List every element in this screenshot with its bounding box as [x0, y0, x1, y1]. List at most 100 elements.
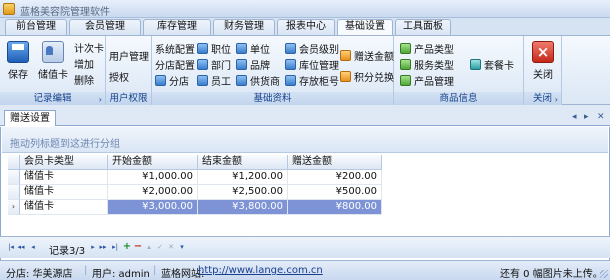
card-icon — [42, 41, 64, 63]
branch-button[interactable]: 分店 — [155, 73, 189, 88]
package-card-button[interactable]: 套餐卡 — [470, 57, 514, 72]
next-record-icon[interactable]: ▸ — [88, 242, 98, 252]
save-icon — [7, 41, 29, 63]
product-manage-button[interactable]: 产品管理 — [400, 73, 454, 88]
delete-label: 删除 — [74, 76, 94, 87]
prev-record-icon[interactable]: ◂ — [28, 242, 38, 252]
position-icon — [197, 43, 208, 54]
tab-inventory[interactable]: 库存管理 — [143, 19, 211, 35]
cell-gift-amount[interactable]: ¥500.00 — [288, 185, 382, 200]
add-button[interactable]: 增加 — [74, 56, 94, 71]
authorize-button[interactable]: 授权 — [109, 69, 129, 84]
unit-button[interactable]: 单位 — [236, 41, 270, 56]
close-button[interactable]: × 关闭 — [530, 41, 556, 81]
cell-end-amount[interactable]: ¥1,200.00 — [198, 170, 288, 185]
ribbon-tab-bar: 前台管理 会员管理 库存管理 财务管理 报表中心 基础设置 工具面板 — [0, 18, 610, 36]
staff-button[interactable]: 员工 — [197, 73, 231, 88]
stored-value-card-label: 储值卡 — [38, 70, 68, 81]
column-header-end-amount[interactable]: 结束金额 — [198, 155, 288, 170]
unit-icon — [236, 43, 247, 54]
cell-start-amount[interactable]: ¥1,000.00 — [108, 170, 198, 185]
brand-button[interactable]: 品牌 — [236, 57, 270, 72]
delete-button[interactable]: 删除 — [74, 72, 94, 87]
tab-reports[interactable]: 报表中心 — [277, 19, 335, 35]
gift-amount-button[interactable]: 赠送金额 — [340, 48, 394, 63]
resize-grip-icon[interactable] — [600, 270, 608, 278]
next-page-icon[interactable]: ▸▸ — [98, 242, 108, 252]
locker-number-button[interactable]: 存放柜号 — [285, 73, 339, 88]
group-close: × 关闭 关闭 › — [524, 36, 562, 105]
count-card-button[interactable]: 计次卡 — [74, 40, 104, 55]
authorize-label: 授权 — [109, 73, 129, 84]
tab-scroll-right-icon[interactable]: ▸ — [584, 112, 589, 122]
tab-front-desk[interactable]: 前台管理 — [5, 19, 67, 35]
location-manage-button[interactable]: 库位管理 — [285, 57, 339, 72]
cell-start-amount[interactable]: ¥2,000.00 — [108, 185, 198, 200]
row-indicator[interactable] — [8, 185, 20, 200]
department-button[interactable]: 部门 — [197, 57, 231, 72]
tab-finance[interactable]: 财务管理 — [213, 19, 275, 35]
column-header-gift-amount[interactable]: 赠送金额 — [288, 155, 382, 170]
stored-value-card-button[interactable]: 储值卡 — [36, 41, 70, 81]
brand-label: 品牌 — [250, 61, 270, 72]
prev-page-icon[interactable]: ◂◂ — [16, 242, 26, 252]
close-launcher-icon[interactable]: › — [555, 95, 558, 104]
tab-tools[interactable]: 工具面板 — [395, 19, 451, 35]
branch-config-button[interactable]: 分店配置 — [155, 57, 195, 72]
record-edit-launcher-icon[interactable]: › — [99, 95, 102, 104]
position-button[interactable]: 职位 — [197, 41, 231, 56]
product-manage-icon — [400, 75, 411, 86]
points-exchange-icon — [340, 71, 351, 82]
cell-card-type[interactable]: 储值卡 — [20, 170, 108, 185]
brand-icon — [236, 59, 247, 70]
row-indicator-current[interactable]: › — [8, 200, 20, 215]
branch-icon — [155, 75, 166, 86]
record-position: 记录3/3 — [49, 246, 86, 257]
user-manage-button[interactable]: 用户管理 — [109, 48, 149, 63]
cancel-record-icon[interactable]: ✕ — [166, 242, 176, 252]
member-level-button[interactable]: 会员级别 — [285, 41, 339, 56]
column-header-card-type[interactable]: 会员卡类型 — [20, 155, 108, 170]
status-upload-info: 还有 0 幅图片未上传。 — [500, 269, 603, 280]
edit-record-icon[interactable]: ▴ — [144, 242, 154, 252]
points-exchange-button[interactable]: 积分兑换 — [340, 69, 394, 84]
status-user: 用户: admin — [92, 269, 150, 280]
cell-end-amount[interactable]: ¥2,500.00 — [198, 185, 288, 200]
filter-icon[interactable]: ▾ — [177, 242, 187, 252]
service-type-button[interactable]: 服务类型 — [400, 57, 454, 72]
confirm-record-icon[interactable]: ✓ — [155, 242, 165, 252]
tab-basic-settings[interactable]: 基础设置 — [337, 19, 393, 36]
branch-label: 分店 — [169, 77, 189, 88]
tab-member[interactable]: 会员管理 — [69, 19, 141, 35]
last-record-icon[interactable]: ▸| — [110, 242, 120, 252]
staff-label: 员工 — [211, 77, 231, 88]
product-type-label: 产品类型 — [414, 45, 454, 56]
row-indicator[interactable] — [8, 170, 20, 185]
status-site-link[interactable]: http://www.lange.com.cn — [198, 265, 323, 276]
product-type-button[interactable]: 产品类型 — [400, 41, 454, 56]
cell-card-type[interactable]: 储值卡 — [20, 185, 108, 200]
delete-record-icon[interactable]: − — [133, 242, 143, 252]
tab-scroll-left-icon[interactable]: ◂ — [572, 112, 577, 122]
status-separator-2: | — [153, 265, 157, 276]
department-label: 部门 — [211, 61, 231, 72]
product-type-icon — [400, 43, 411, 54]
supplier-button[interactable]: 供货商 — [236, 73, 280, 88]
cell-start-amount[interactable]: ¥3,000.00 — [108, 200, 198, 215]
tab-gift-settings[interactable]: 赠送设置 — [4, 110, 56, 126]
cell-gift-amount[interactable]: ¥800.00 — [288, 200, 382, 215]
cell-gift-amount[interactable]: ¥200.00 — [288, 170, 382, 185]
column-header-start-amount[interactable]: 开始金额 — [108, 155, 198, 170]
cell-card-type[interactable]: 储值卡 — [20, 200, 108, 215]
save-button[interactable]: 保存 — [6, 41, 30, 81]
group-label-user-permission: 用户权限 — [106, 92, 151, 105]
system-config-button[interactable]: 系统配置 — [155, 41, 195, 56]
cell-end-amount[interactable]: ¥3,800.00 — [198, 200, 288, 215]
tab-close-icon[interactable]: ✕ — [597, 112, 605, 122]
add-record-icon[interactable]: + — [122, 242, 132, 252]
add-label: 增加 — [74, 60, 94, 71]
first-record-icon[interactable]: |◂ — [6, 242, 16, 252]
group-by-panel[interactable]: 拖动列标题到这进行分组 — [2, 127, 608, 153]
department-icon — [197, 59, 208, 70]
package-card-icon — [470, 59, 481, 70]
